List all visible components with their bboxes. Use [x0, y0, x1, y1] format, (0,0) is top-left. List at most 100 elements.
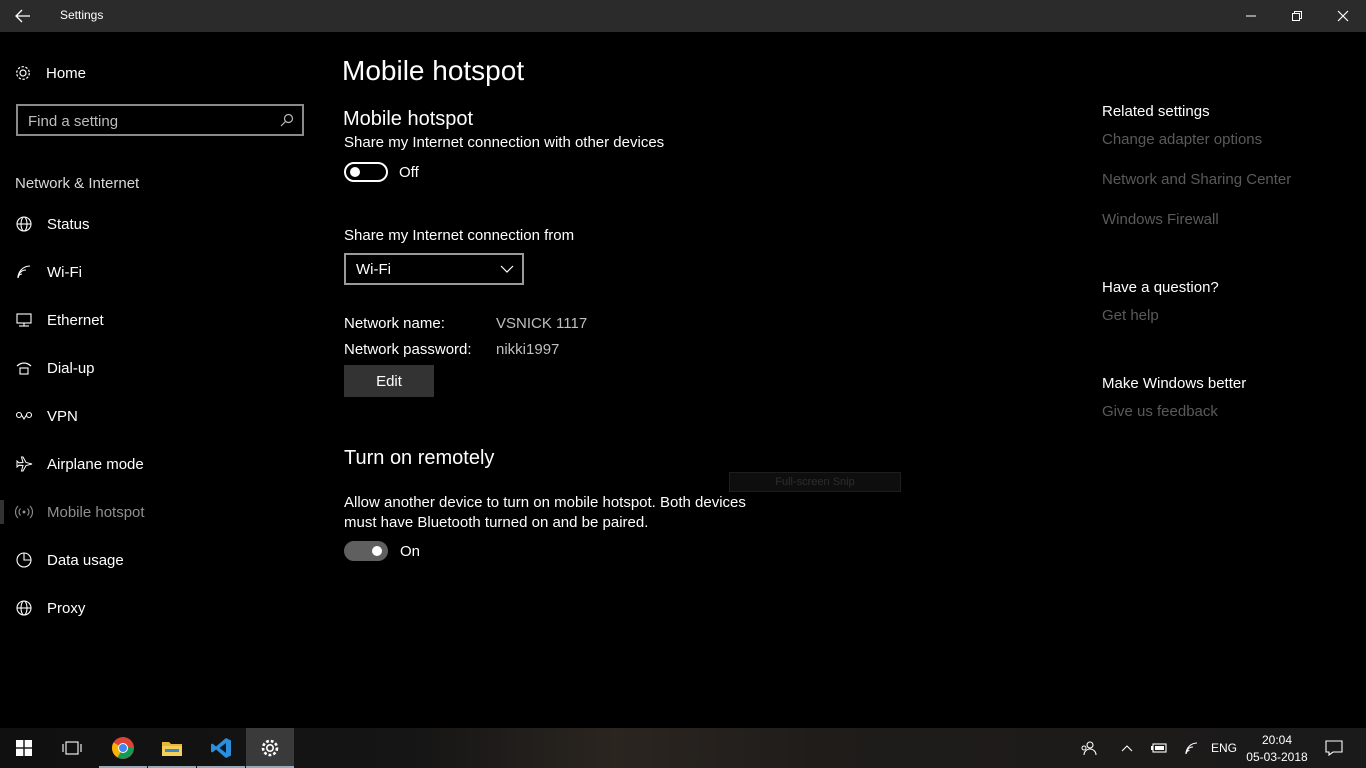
sidebar-item-mobile-hotspot[interactable]: Mobile hotspot	[0, 492, 320, 532]
file-explorer-taskbar-button[interactable]	[148, 728, 196, 768]
vscode-icon	[211, 738, 231, 758]
sidebar-item-ethernet[interactable]: Ethernet	[0, 300, 320, 340]
globe-icon	[14, 215, 34, 233]
sidebar-item-label: Proxy	[47, 599, 86, 617]
remote-heading: Turn on remotely	[344, 447, 495, 469]
edit-button[interactable]: Edit	[344, 365, 434, 397]
close-button[interactable]	[1320, 0, 1366, 32]
sidebar-item-airplane-mode[interactable]: Airplane mode	[0, 444, 320, 484]
vpn-icon	[14, 407, 34, 425]
taskbar: ENG 20:04 05-03-2018	[0, 728, 1366, 768]
restore-button[interactable]	[1274, 0, 1320, 32]
title-bar: Settings	[0, 0, 1366, 32]
hotspot-heading: Mobile hotspot	[343, 108, 474, 130]
chevron-down-icon	[500, 265, 514, 273]
notification-icon	[1325, 740, 1343, 756]
windows-logo-icon	[16, 740, 32, 756]
network-sharing-center-link[interactable]: Network and Sharing Center	[1102, 171, 1291, 188]
windows-firewall-link[interactable]: Windows Firewall	[1102, 211, 1219, 228]
settings-taskbar-button[interactable]	[246, 728, 294, 768]
chrome-icon	[112, 737, 134, 759]
people-icon	[1081, 741, 1097, 756]
network-password-value: nikki1997	[496, 341, 560, 358]
start-button[interactable]	[0, 728, 48, 768]
search-icon[interactable]	[280, 113, 294, 127]
search-input[interactable]	[28, 111, 268, 131]
network-name-value: VSNICK 1117	[496, 315, 588, 332]
folder-icon	[162, 742, 182, 756]
task-view-button[interactable]	[48, 728, 96, 768]
search-box[interactable]	[16, 104, 304, 136]
gear-icon	[16, 66, 30, 80]
data-usage-icon	[14, 551, 34, 569]
share-connection-label: Share my Internet connection with other …	[344, 134, 665, 151]
people-button[interactable]	[1074, 728, 1102, 768]
back-arrow-icon	[15, 9, 30, 23]
share-from-select[interactable]: Wi-Fi	[344, 253, 524, 285]
hotspot-toggle[interactable]	[344, 162, 388, 182]
remote-toggle[interactable]	[344, 541, 388, 561]
sidebar-item-data-usage[interactable]: Data usage	[0, 540, 320, 580]
home-nav-item[interactable]: Home	[14, 62, 86, 84]
network-tray-button[interactable]	[1180, 728, 1204, 768]
sidebar-item-dialup[interactable]: Dial-up	[0, 348, 320, 388]
wifi-icon	[14, 263, 34, 281]
sidebar-item-wifi[interactable]: Wi-Fi	[0, 252, 320, 292]
question-heading: Have a question?	[1102, 279, 1219, 296]
dialup-icon	[14, 359, 34, 377]
globe-icon	[14, 599, 34, 617]
related-settings-heading: Related settings	[1102, 103, 1210, 120]
section-label: Network & Internet	[15, 175, 140, 192]
sidebar-item-vpn[interactable]: VPN	[0, 396, 320, 436]
airplane-icon	[14, 455, 34, 473]
task-view-icon	[62, 741, 82, 755]
toggle-knob	[372, 546, 382, 556]
network-name-label: Network name:	[344, 315, 445, 332]
chevron-up-icon	[1121, 745, 1133, 752]
page-title: Mobile hotspot	[342, 55, 525, 86]
hotspot-icon	[14, 503, 34, 521]
language-indicator: ENG	[1210, 741, 1237, 755]
sidebar-item-proxy[interactable]: Proxy	[0, 588, 320, 628]
toggle-knob	[350, 167, 360, 177]
network-password-label: Network password:	[344, 341, 472, 358]
hotspot-toggle-state: Off	[399, 164, 419, 181]
clock-time: 20:04	[1261, 733, 1293, 747]
gear-icon	[261, 739, 279, 757]
sidebar-item-label: Ethernet	[47, 311, 104, 329]
sidebar-item-label: Status	[47, 215, 90, 233]
change-adapter-options-link[interactable]: Change adapter options	[1102, 131, 1262, 148]
clock[interactable]: 20:04 05-03-2018	[1244, 732, 1310, 766]
show-hidden-icons-button[interactable]	[1116, 728, 1138, 768]
feedback-heading: Make Windows better	[1102, 375, 1247, 392]
language-button[interactable]: ENG	[1208, 728, 1240, 768]
minimize-icon	[1246, 15, 1256, 17]
close-icon	[1337, 10, 1349, 22]
action-center-button[interactable]	[1320, 728, 1348, 768]
wifi-icon	[1185, 742, 1198, 755]
restore-icon	[1292, 11, 1302, 21]
battery-icon	[1151, 743, 1167, 753]
sidebar-item-label: Airplane mode	[47, 455, 144, 473]
active-indicator	[0, 500, 4, 524]
remote-toggle-state: On	[400, 543, 421, 560]
share-from-label: Share my Internet connection from	[344, 227, 575, 244]
minimize-button[interactable]	[1228, 0, 1274, 32]
share-from-value: Wi-Fi	[356, 261, 391, 278]
sidebar-item-label: VPN	[47, 407, 78, 425]
back-button[interactable]	[0, 0, 46, 32]
vscode-taskbar-button[interactable]	[197, 728, 245, 768]
battery-button[interactable]	[1148, 728, 1170, 768]
sidebar-item-status[interactable]: Status	[0, 204, 320, 244]
chrome-taskbar-button[interactable]	[99, 728, 147, 768]
home-label: Home	[46, 64, 87, 82]
sidebar-item-label: Dial-up	[47, 359, 95, 377]
sidebar-item-label: Data usage	[47, 551, 124, 569]
ethernet-icon	[14, 311, 34, 329]
clock-date: 05-03-2018	[1246, 750, 1308, 764]
sidebar-item-label: Mobile hotspot	[47, 503, 145, 521]
get-help-link[interactable]: Get help	[1102, 307, 1159, 324]
give-feedback-link[interactable]: Give us feedback	[1102, 403, 1218, 420]
window-title: Settings	[60, 8, 104, 22]
snip-tooltip: Full-screen Snip	[729, 472, 901, 492]
